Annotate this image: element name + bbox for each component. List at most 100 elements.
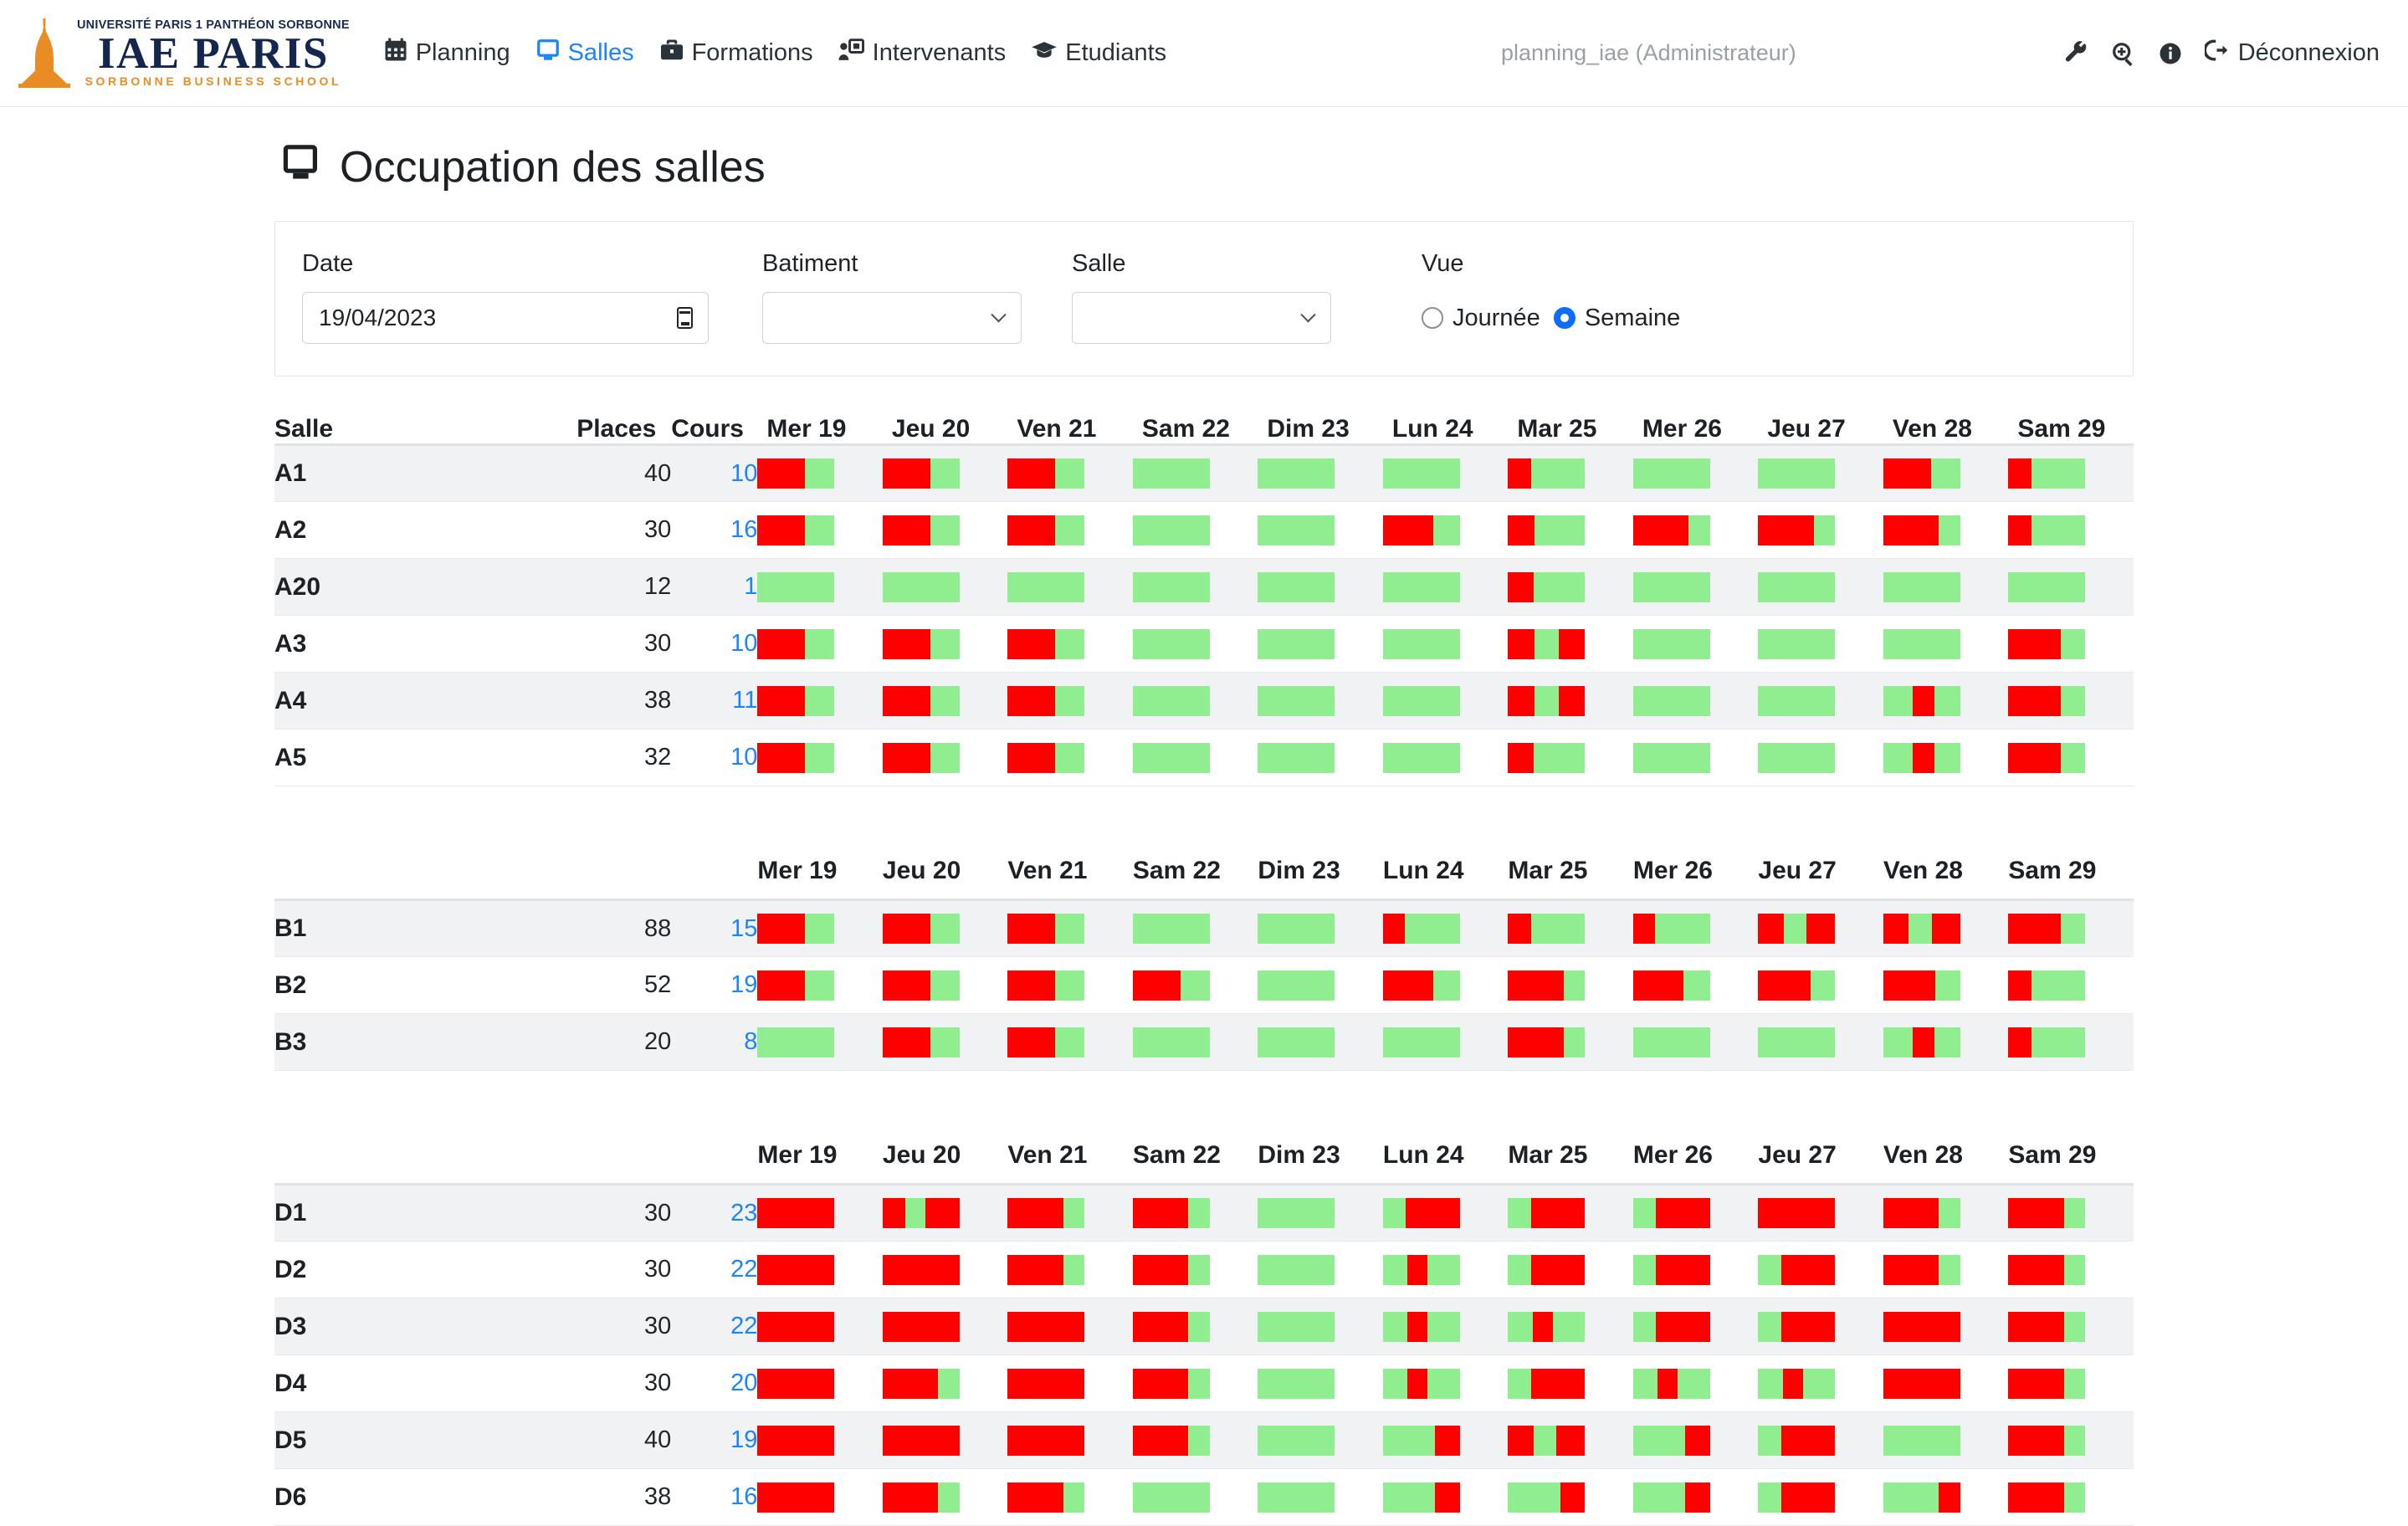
day-cell-7[interactable] [1633, 559, 1759, 616]
day-cell-6[interactable] [1508, 1355, 1633, 1412]
day-cell-1[interactable] [883, 1014, 1008, 1071]
day-cell-4[interactable] [1258, 445, 1383, 502]
day-cell-8[interactable] [1758, 673, 1883, 730]
day-cell-4[interactable] [1258, 1014, 1383, 1071]
date-input[interactable]: 19/04/2023 [302, 292, 709, 344]
day-cell-4[interactable] [1258, 957, 1383, 1014]
day-cell-2[interactable] [1007, 1014, 1133, 1071]
day-cell-10[interactable] [2008, 1355, 2134, 1412]
radio-semaine[interactable]: Semaine [1554, 305, 1680, 332]
day-cell-6[interactable] [1508, 1185, 1633, 1242]
day-cell-8[interactable] [1758, 1298, 1883, 1355]
day-cell-10[interactable] [2008, 1014, 2134, 1071]
day-cell-8[interactable] [1758, 957, 1883, 1014]
salle-select[interactable] [1072, 292, 1331, 344]
day-cell-9[interactable] [1883, 1412, 2009, 1469]
day-cell-4[interactable] [1258, 673, 1383, 730]
cell-cours-link[interactable]: 16 [671, 1469, 757, 1526]
day-cell-2[interactable] [1007, 445, 1133, 502]
day-cell-3[interactable] [1133, 1355, 1258, 1412]
day-cell-6[interactable] [1508, 502, 1633, 559]
cell-cours-link[interactable]: 16 [671, 502, 757, 559]
day-cell-3[interactable] [1133, 1412, 1258, 1469]
nav-item-planning[interactable]: Planning [383, 38, 510, 69]
day-cell-4[interactable] [1258, 1242, 1383, 1298]
day-cell-6[interactable] [1508, 1412, 1633, 1469]
day-cell-7[interactable] [1633, 730, 1759, 786]
day-cell-2[interactable] [1007, 1242, 1133, 1298]
calendar-picker-icon[interactable] [677, 307, 693, 329]
day-cell-2[interactable] [1007, 559, 1133, 616]
day-cell-3[interactable] [1133, 1242, 1258, 1298]
day-cell-4[interactable] [1258, 502, 1383, 559]
day-cell-1[interactable] [883, 673, 1008, 730]
day-cell-0[interactable] [757, 1412, 883, 1469]
day-cell-3[interactable] [1133, 1014, 1258, 1071]
day-cell-7[interactable] [1633, 1298, 1759, 1355]
day-cell-0[interactable] [757, 1242, 883, 1298]
brand-logo-link[interactable]: UNIVERSITÉ PARIS 1 PANTHÉON SORBONNE IAE… [18, 18, 350, 89]
radio-semaine-dot[interactable] [1554, 307, 1575, 329]
day-cell-10[interactable] [2008, 1298, 2134, 1355]
day-cell-1[interactable] [883, 957, 1008, 1014]
nav-item-salles[interactable]: Salles [535, 38, 634, 69]
nav-item-etudiants[interactable]: Etudiants [1031, 38, 1166, 69]
cell-cours-link[interactable]: 19 [671, 1412, 757, 1469]
day-cell-5[interactable] [1383, 445, 1509, 502]
day-cell-5[interactable] [1383, 1014, 1509, 1071]
day-cell-8[interactable] [1758, 1185, 1883, 1242]
day-cell-10[interactable] [2008, 673, 2134, 730]
cell-cours-link[interactable]: 15 [671, 900, 757, 957]
cell-cours-link[interactable]: 10 [671, 730, 757, 786]
day-cell-2[interactable] [1007, 900, 1133, 957]
day-cell-2[interactable] [1007, 502, 1133, 559]
day-cell-3[interactable] [1133, 957, 1258, 1014]
day-cell-7[interactable] [1633, 1412, 1759, 1469]
day-cell-0[interactable] [757, 559, 883, 616]
day-cell-10[interactable] [2008, 1469, 2134, 1526]
day-cell-3[interactable] [1133, 502, 1258, 559]
day-cell-7[interactable] [1633, 1242, 1759, 1298]
cell-cours-link[interactable]: 10 [671, 445, 757, 502]
search-plus-icon[interactable] [2111, 41, 2136, 66]
day-cell-7[interactable] [1633, 957, 1759, 1014]
day-cell-0[interactable] [757, 730, 883, 786]
day-cell-8[interactable] [1758, 730, 1883, 786]
day-cell-6[interactable] [1508, 673, 1633, 730]
wrench-icon[interactable] [2064, 41, 2089, 66]
day-cell-1[interactable] [883, 730, 1008, 786]
day-cell-8[interactable] [1758, 900, 1883, 957]
day-cell-2[interactable] [1007, 673, 1133, 730]
day-cell-3[interactable] [1133, 673, 1258, 730]
day-cell-10[interactable] [2008, 502, 2134, 559]
day-cell-2[interactable] [1007, 1185, 1133, 1242]
cell-cours-link[interactable]: 20 [671, 1355, 757, 1412]
cell-cours-link[interactable]: 19 [671, 957, 757, 1014]
day-cell-8[interactable] [1758, 445, 1883, 502]
cell-cours-link[interactable]: 22 [671, 1242, 757, 1298]
day-cell-2[interactable] [1007, 616, 1133, 673]
day-cell-5[interactable] [1383, 1242, 1509, 1298]
day-cell-9[interactable] [1883, 1469, 2009, 1526]
day-cell-7[interactable] [1633, 1014, 1759, 1071]
day-cell-10[interactable] [2008, 1412, 2134, 1469]
day-cell-0[interactable] [757, 445, 883, 502]
day-cell-4[interactable] [1258, 1469, 1383, 1526]
day-cell-4[interactable] [1258, 559, 1383, 616]
day-cell-3[interactable] [1133, 559, 1258, 616]
logout-link[interactable]: Déconnexion [2205, 38, 2380, 69]
day-cell-5[interactable] [1383, 502, 1509, 559]
day-cell-2[interactable] [1007, 1412, 1133, 1469]
cell-cours-link[interactable]: 1 [671, 559, 757, 616]
day-cell-7[interactable] [1633, 673, 1759, 730]
day-cell-7[interactable] [1633, 445, 1759, 502]
day-cell-3[interactable] [1133, 616, 1258, 673]
cell-cours-link[interactable]: 22 [671, 1298, 757, 1355]
day-cell-0[interactable] [757, 502, 883, 559]
day-cell-9[interactable] [1883, 445, 2009, 502]
day-cell-7[interactable] [1633, 1355, 1759, 1412]
day-cell-3[interactable] [1133, 730, 1258, 786]
day-cell-5[interactable] [1383, 673, 1509, 730]
day-cell-9[interactable] [1883, 730, 2009, 786]
batiment-select[interactable] [762, 292, 1022, 344]
